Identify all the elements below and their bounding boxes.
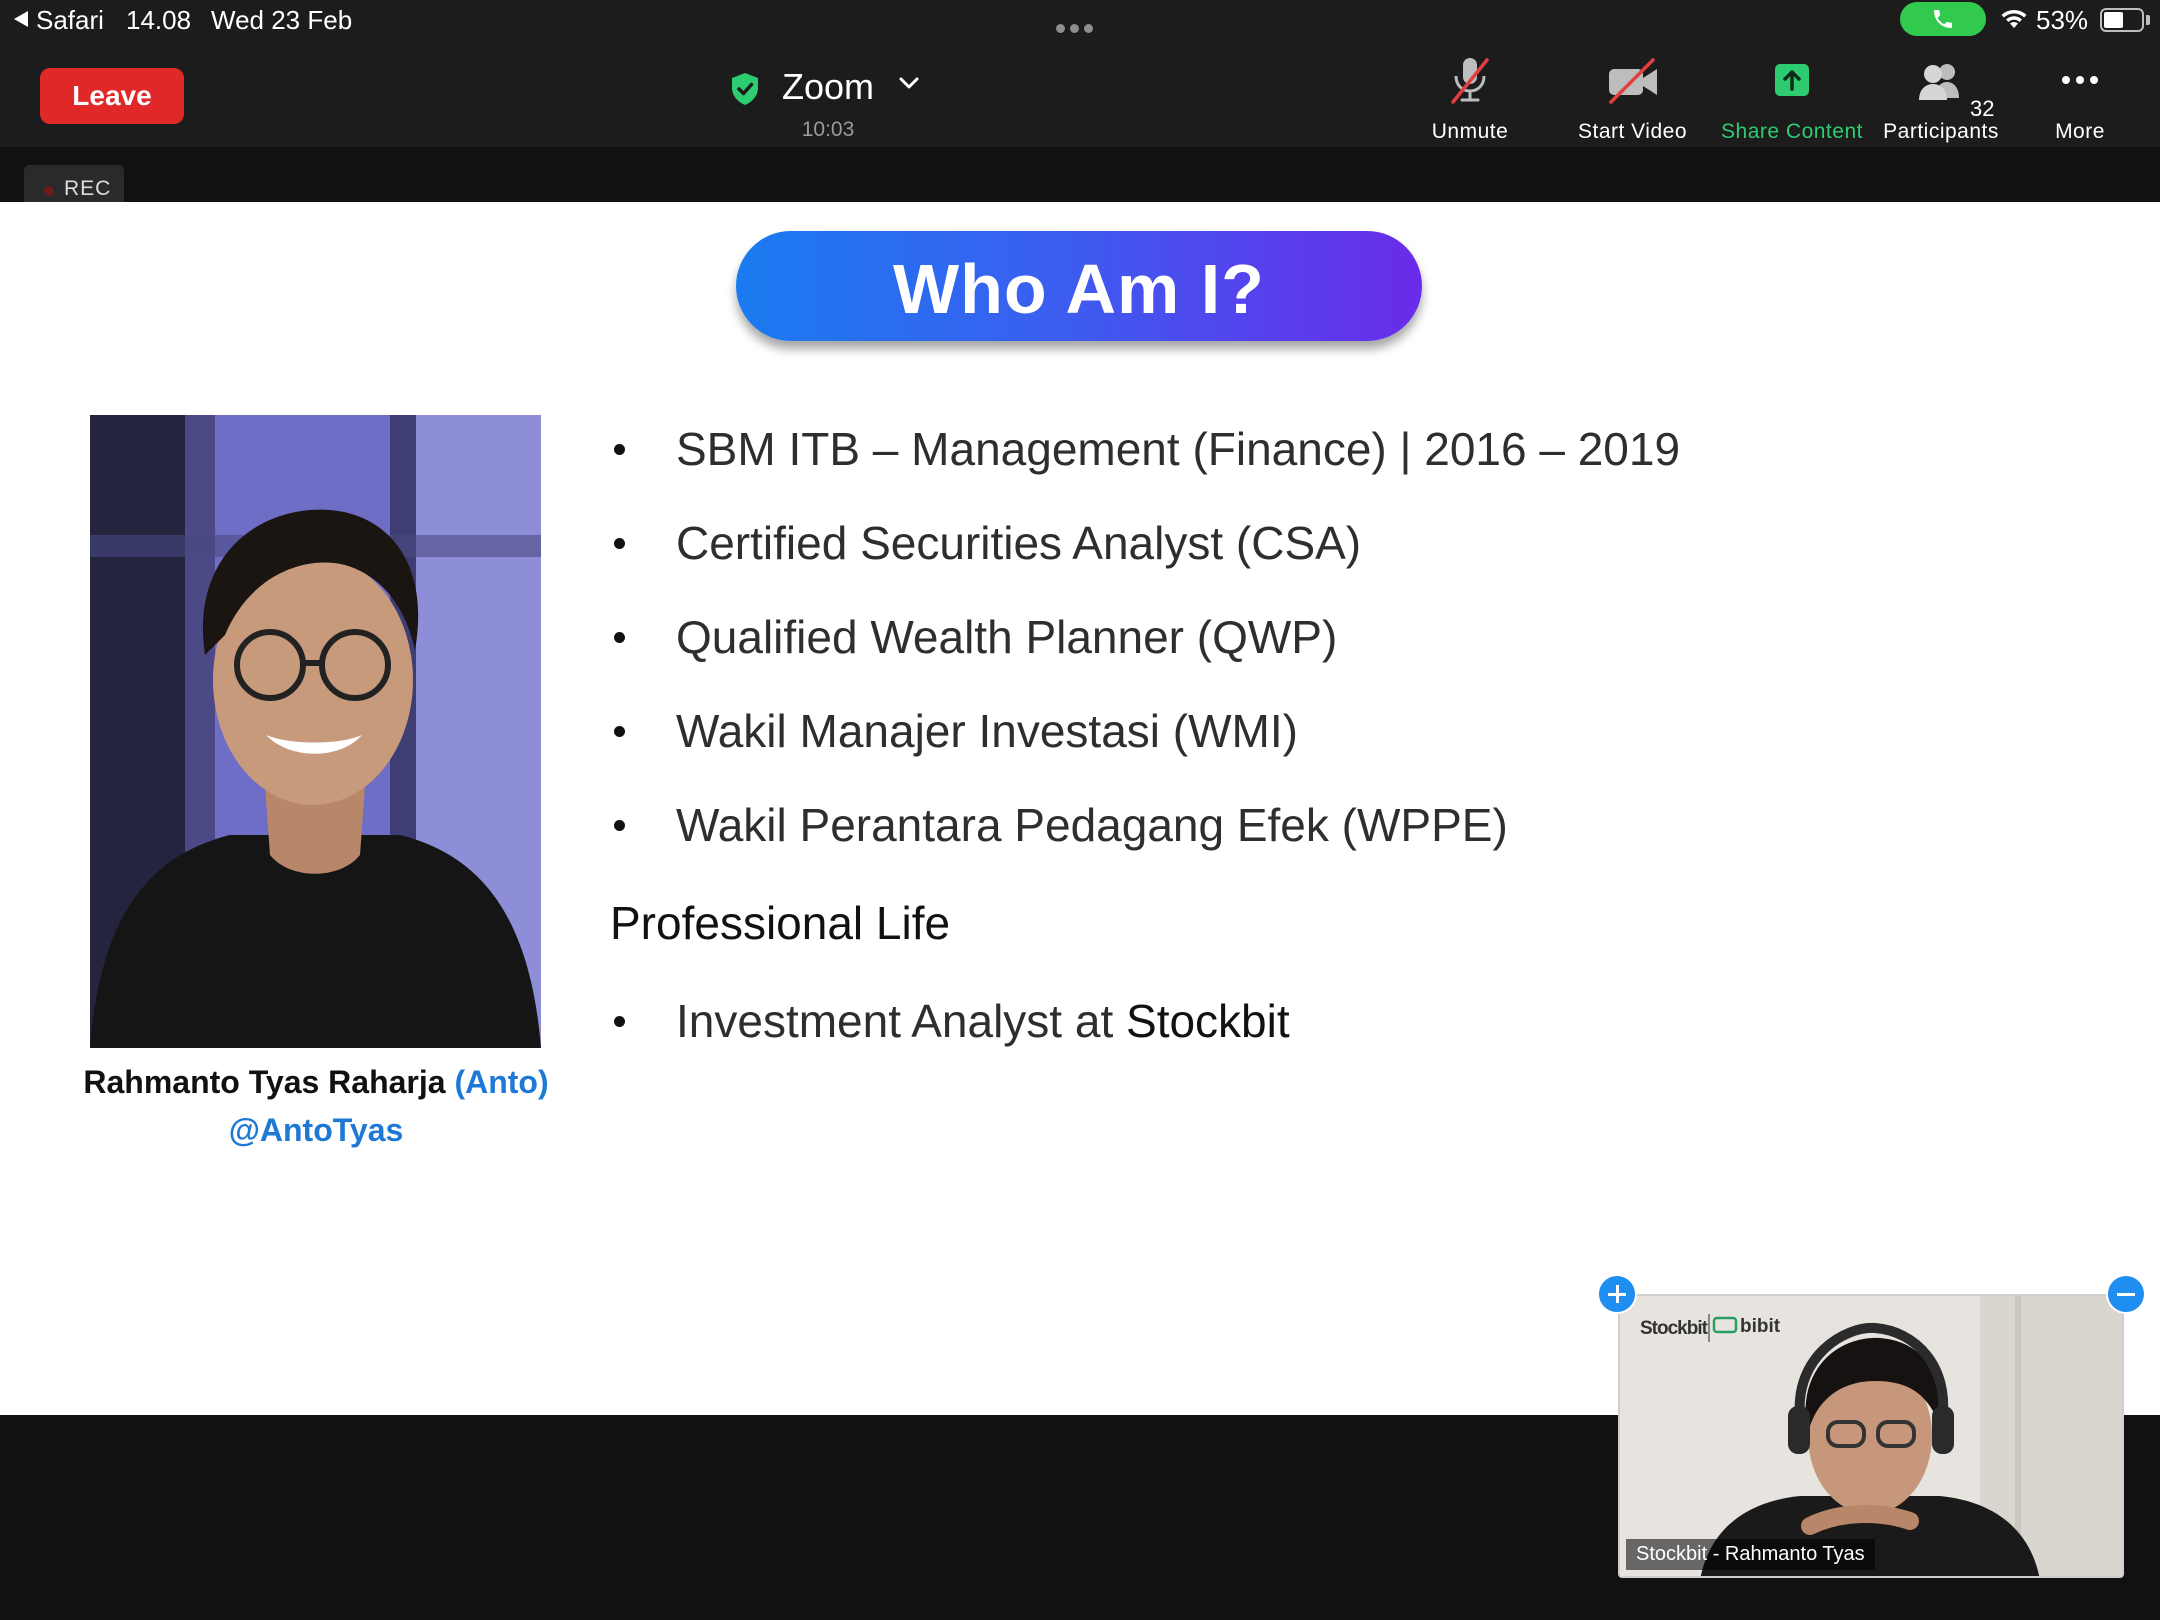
self-view-name-label: Stockbit - Rahmanto Tyas — [1626, 1539, 1875, 1570]
status-date: Wed 23 Feb — [211, 5, 353, 35]
chevron-down-icon — [899, 77, 919, 89]
slide-title-banner: Who Am I? — [736, 231, 1422, 341]
credentials-list: SBM ITB – Management (Finance) | 2016 – … — [610, 402, 1910, 872]
presenter-portrait — [90, 415, 541, 1048]
start-video-button[interactable]: Start Video — [1565, 54, 1700, 143]
participants-count-badge: 32 — [1970, 96, 1995, 121]
multitasking-dots-icon[interactable] — [1056, 20, 1098, 38]
slide-title: Who Am I? — [893, 250, 1265, 328]
meeting-title: Zoom — [782, 66, 875, 107]
stockbit-logo: Stockbit — [1640, 1318, 1708, 1339]
battery-tip — [2146, 15, 2150, 25]
start-video-label: Start Video — [1577, 120, 1687, 143]
battery-percent: 53% — [2036, 5, 2089, 35]
unmute-label: Unmute — [1431, 120, 1509, 143]
self-view-video[interactable]: Stockbit bibit Stockbit - Rahmanto Tyas — [1618, 1294, 2124, 1578]
share-content-button[interactable]: Share Content — [1712, 54, 1872, 143]
presenter-handle: @AntoTyas — [228, 1112, 404, 1148]
presenter-name: Rahmanto Tyas Raharja (Anto) — [60, 1064, 572, 1101]
more-dots-icon — [2062, 76, 2098, 84]
active-call-pill[interactable] — [1900, 2, 1986, 36]
bullet-dot — [614, 632, 625, 643]
list-item-text: Wakil Manajer Investasi (WMI) — [676, 705, 1298, 757]
bullet-dot — [614, 538, 625, 549]
list-item-text: Qualified Wealth Planner (QWP) — [676, 611, 1338, 663]
bibit-logo: bibit — [1740, 1316, 1781, 1337]
bullet-dot — [614, 1016, 625, 1027]
minus-icon — [2117, 1293, 2135, 1296]
job-list-item: Investment Analyst at Stockbit — [610, 974, 1290, 1068]
share-arrow-up-icon — [1775, 64, 1809, 96]
microphone-muted-icon — [1451, 58, 1489, 104]
share-content-label: Share Content — [1721, 120, 1863, 143]
presenter-full-name: Rahmanto Tyas Raharja — [83, 1064, 446, 1100]
participants-label: Participants — [1883, 120, 1999, 143]
pip-collapse-button[interactable] — [2106, 1274, 2146, 1314]
job-title-text: Investment Analyst at — [676, 995, 1127, 1047]
leave-button[interactable]: Leave — [40, 68, 184, 124]
battery-icon — [2100, 8, 2144, 32]
recording-label: REC — [64, 177, 112, 200]
bullet-dot — [614, 726, 625, 737]
presenter-photo — [90, 415, 541, 1048]
presenter-nickname: (Anto) — [454, 1064, 549, 1100]
meeting-title-dropdown[interactable]: Zoom — [730, 62, 960, 112]
phone-icon — [1934, 10, 1952, 28]
video-camera-off-icon — [1608, 58, 1657, 104]
list-item: Certified Securities Analyst (CSA) — [610, 496, 1910, 590]
more-label: More — [2055, 120, 2105, 143]
people-icon — [1919, 64, 1959, 100]
back-arrow-icon[interactable] — [14, 11, 28, 27]
list-item: Wakil Manajer Investasi (WMI) — [610, 684, 1910, 778]
plus-icon-vertical — [1615, 1285, 1619, 1303]
section-heading: Professional Life — [610, 897, 951, 949]
back-app-label[interactable]: Safari — [36, 5, 104, 36]
status-time: 14.08 — [126, 5, 192, 35]
meeting-toolbar: Leave Zoom 10:03 Unmute Start Video Shar… — [0, 40, 2160, 147]
bullet-dot — [614, 444, 625, 455]
list-item-text: Wakil Perantara Pedagang Efek (WPPE) — [676, 799, 1508, 851]
list-item: Wakil Perantara Pedagang Efek (WPPE) — [610, 778, 1910, 872]
employer-name: Stockbit — [1126, 995, 1290, 1047]
unmute-button[interactable]: Unmute — [1420, 54, 1520, 143]
list-item: Qualified Wealth Planner (QWP) — [610, 590, 1910, 684]
wifi-icon — [2001, 9, 2027, 28]
shield-check-icon — [732, 73, 758, 105]
meeting-timer: 10:03 — [801, 118, 855, 141]
list-item-text: SBM ITB – Management (Finance) | 2016 – … — [676, 423, 1681, 475]
recording-strip: REC — [0, 147, 2160, 213]
record-dot-icon — [44, 186, 54, 196]
list-item-text: Certified Securities Analyst (CSA) — [676, 517, 1362, 569]
more-button[interactable]: More — [2030, 54, 2130, 143]
bullet-dot — [614, 820, 625, 831]
status-bar: Safari 14.08 Wed 23 Feb 53% — [0, 0, 2160, 40]
shared-slide: Who Am I? Rahmanto Tyas Raharja (Anto) @… — [0, 202, 2160, 1415]
list-item: SBM ITB – Management (Finance) | 2016 – … — [610, 402, 1910, 496]
pip-expand-button[interactable] — [1597, 1274, 1637, 1314]
